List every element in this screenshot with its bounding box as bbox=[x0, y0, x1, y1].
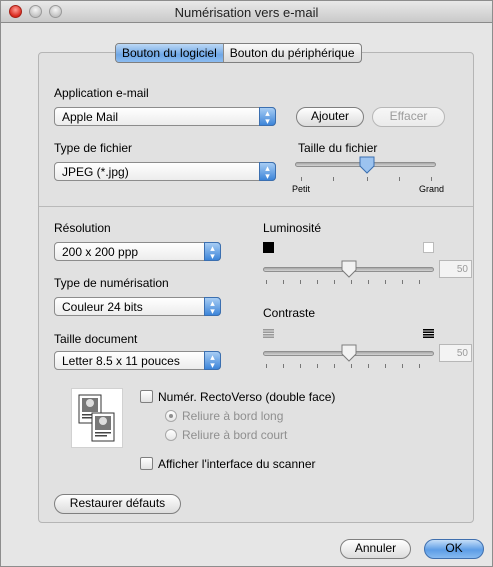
scan-type-select[interactable]: Couleur 24 bits ▴ ▾ bbox=[54, 297, 221, 316]
black-square-icon bbox=[263, 242, 274, 253]
brightness-slider-knob[interactable] bbox=[341, 260, 357, 278]
up-down-chevron-icon: ▴ ▾ bbox=[259, 162, 276, 181]
low-contrast-icon bbox=[263, 327, 274, 338]
doc-size-label: Taille document bbox=[54, 332, 138, 346]
restore-defaults-button[interactable]: Restaurer défauts bbox=[54, 494, 181, 514]
contrast-tick bbox=[402, 364, 403, 368]
file-size-tick bbox=[333, 177, 334, 181]
doc-size-select[interactable]: Letter 8.5 x 11 pouces ▴ ▾ bbox=[54, 351, 221, 370]
brightness-tick bbox=[317, 280, 318, 284]
contrast-value-field[interactable]: 50 bbox=[439, 344, 472, 362]
brightness-tick bbox=[385, 280, 386, 284]
high-contrast-icon bbox=[423, 327, 434, 338]
contrast-tick bbox=[419, 364, 420, 368]
email-app-label: Application e-mail bbox=[54, 86, 149, 100]
contrast-tick bbox=[385, 364, 386, 368]
tab-software-button[interactable]: Bouton du logiciel bbox=[116, 44, 223, 62]
up-down-chevron-icon: ▴ ▾ bbox=[259, 107, 276, 126]
contrast-tick bbox=[300, 364, 301, 368]
contrast-tick bbox=[368, 364, 369, 368]
file-size-tick bbox=[367, 177, 368, 181]
ok-button[interactable]: OK bbox=[424, 539, 484, 559]
file-size-tick bbox=[399, 177, 400, 181]
contrast-label: Contraste bbox=[263, 306, 316, 320]
brightness-value-field[interactable]: 50 bbox=[439, 260, 472, 278]
brightness-tick bbox=[419, 280, 420, 284]
file-size-slider-knob[interactable] bbox=[359, 156, 375, 174]
binding-long-radio[interactable] bbox=[165, 410, 177, 422]
file-size-tick bbox=[301, 177, 302, 181]
brightness-tick bbox=[351, 280, 352, 284]
remove-button[interactable]: Effacer bbox=[372, 107, 445, 127]
duplex-label: Numér. RectoVerso (double face) bbox=[158, 390, 336, 404]
title-bar: Numérisation vers e-mail bbox=[1, 1, 492, 23]
brightness-tick bbox=[334, 280, 335, 284]
duplex-checkbox[interactable] bbox=[140, 390, 153, 403]
file-size-tick bbox=[431, 177, 432, 181]
resolution-select[interactable]: 200 x 200 ppp ▴ ▾ bbox=[54, 242, 221, 261]
contrast-tick bbox=[283, 364, 284, 368]
file-type-select[interactable]: JPEG (*.jpg) ▴ ▾ bbox=[54, 162, 276, 181]
brightness-label: Luminosité bbox=[263, 221, 322, 235]
doc-size-value: Letter 8.5 x 11 pouces bbox=[62, 354, 180, 368]
scan-to-email-dialog: Numérisation vers e-mail Bouton du logic… bbox=[0, 0, 493, 567]
tab-bar: Bouton du logiciel Bouton du périphériqu… bbox=[115, 43, 362, 63]
file-type-value: JPEG (*.jpg) bbox=[62, 165, 129, 179]
brightness-tick bbox=[402, 280, 403, 284]
up-down-chevron-icon: ▴ ▾ bbox=[204, 351, 221, 370]
cancel-button[interactable]: Annuler bbox=[340, 539, 411, 559]
file-type-label: Type de fichier bbox=[54, 141, 133, 155]
show-scanner-ui-label: Afficher l'interface du scanner bbox=[158, 457, 316, 471]
up-down-chevron-icon: ▴ ▾ bbox=[204, 242, 221, 261]
up-down-chevron-icon: ▴ ▾ bbox=[204, 297, 221, 316]
resolution-value: 200 x 200 ppp bbox=[62, 245, 139, 259]
binding-short-radio[interactable] bbox=[165, 429, 177, 441]
duplex-document-icon bbox=[71, 388, 123, 448]
email-app-select[interactable]: Apple Mail ▴ ▾ bbox=[54, 107, 276, 126]
brightness-tick bbox=[283, 280, 284, 284]
tab-device-button[interactable]: Bouton du périphérique bbox=[222, 44, 361, 62]
brightness-tick bbox=[300, 280, 301, 284]
email-app-value: Apple Mail bbox=[62, 110, 119, 124]
binding-long-label: Reliure à bord long bbox=[182, 409, 284, 423]
show-scanner-ui-checkbox[interactable] bbox=[140, 457, 153, 470]
contrast-tick bbox=[334, 364, 335, 368]
white-square-icon bbox=[423, 242, 434, 253]
contrast-tick bbox=[351, 364, 352, 368]
section-divider bbox=[39, 206, 473, 207]
contrast-slider-knob[interactable] bbox=[341, 344, 357, 362]
brightness-tick bbox=[266, 280, 267, 284]
resolution-label: Résolution bbox=[54, 221, 111, 235]
contrast-tick bbox=[317, 364, 318, 368]
file-size-min-label: Petit bbox=[292, 184, 311, 194]
binding-short-label: Reliure à bord court bbox=[182, 428, 288, 442]
file-size-label: Taille du fichier bbox=[298, 141, 378, 155]
file-size-max-label: Grand bbox=[419, 184, 445, 194]
window-title: Numérisation vers e-mail bbox=[174, 5, 319, 20]
add-button[interactable]: Ajouter bbox=[296, 107, 364, 127]
contrast-tick bbox=[266, 364, 267, 368]
scan-type-value: Couleur 24 bits bbox=[62, 300, 143, 314]
scan-type-label: Type de numérisation bbox=[54, 276, 169, 290]
brightness-tick bbox=[368, 280, 369, 284]
